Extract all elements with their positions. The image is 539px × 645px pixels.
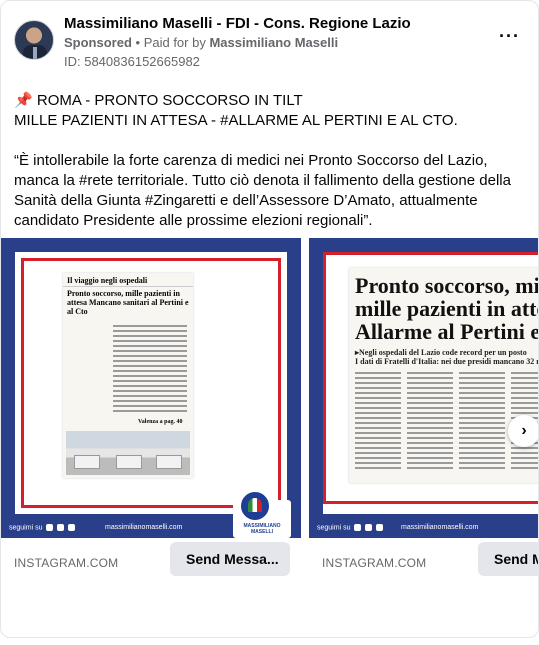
facebook-icon xyxy=(354,524,362,531)
clip-body-text xyxy=(113,325,187,415)
newspaper-headline: Pronto soccorso, mille pazienti in tilt … xyxy=(355,273,539,344)
ad-post-card: Massimiliano Maselli - FDI - Cons. Regio… xyxy=(0,0,539,638)
headline-line-3: Allarme al Pertini e al Cto xyxy=(355,319,538,344)
pushpin-icon: 📌 xyxy=(14,92,33,109)
source-domain-1: INSTAGRAM.COM xyxy=(14,556,119,570)
send-message-button-1[interactable]: Send Messa... xyxy=(170,542,290,576)
social-text-2: seguimi su xyxy=(317,524,351,532)
paid-for-prefix: • Paid for by xyxy=(135,35,206,50)
page-name-link[interactable]: Massimiliano Maselli - FDI - Cons. Regio… xyxy=(64,15,411,32)
tiktok-icon xyxy=(68,524,76,531)
newspaper-clipping: Il viaggio negli ospedali Pronto soccors… xyxy=(63,273,193,478)
subhead-line-2: I dati di Fratelli d'Italia: nei due pre… xyxy=(355,357,539,366)
newspaper-page: Pronto soccorso, mille pazienti in tilt … xyxy=(349,268,539,483)
social-text: seguimi su xyxy=(9,524,43,532)
sponsored-row: Sponsored • Paid for by Massimiliano Mas… xyxy=(64,35,338,50)
avatar-tie xyxy=(33,47,37,59)
instagram-icon xyxy=(365,524,373,531)
headline-line-2: mille pazienti in attesa xyxy=(355,296,538,321)
avatar[interactable] xyxy=(14,20,54,60)
carousel-card-1[interactable]: Il viaggio negli ospedali Pronto soccors… xyxy=(1,238,301,538)
post-line-1-text: ROMA - PRONTO SOCCORSO IN TILT xyxy=(36,92,303,109)
clip-title: Il viaggio negli ospedali xyxy=(63,273,193,287)
ad-id: ID: 5840836152665982 xyxy=(64,54,200,69)
carousel[interactable]: Il viaggio negli ospedali Pronto soccors… xyxy=(1,238,539,583)
clip-headline: Pronto soccorso, mille pazienti in attes… xyxy=(67,289,189,316)
post-paragraph: “È intollerabile la forte carenza di med… xyxy=(14,152,511,229)
headline-line-1: Pronto soccorso, mille pazienti in tilt xyxy=(355,273,539,298)
social-links: seguimi su xyxy=(9,524,76,532)
source-domain-2: INSTAGRAM.COM xyxy=(322,556,427,570)
tiktok-icon xyxy=(376,524,384,531)
payer-name[interactable]: Massimiliano Maselli xyxy=(209,35,338,50)
tricolor-flame-icon xyxy=(248,498,262,512)
chevron-right-icon[interactable]: › xyxy=(508,415,538,447)
newspaper-subhead: ▸Negli ospedali del Lazio code record pe… xyxy=(355,348,539,366)
ambulance-photo xyxy=(66,431,190,475)
post-line-2: MILLE PAZIENTI IN ATTESA - #ALLARME AL P… xyxy=(14,112,458,129)
more-dots-icon[interactable]: ··· xyxy=(499,27,520,45)
clip-page-ref: Valenza a pag. 40 xyxy=(138,419,183,425)
ambulance-3 xyxy=(156,455,182,469)
send-message-button-2[interactable]: Send M xyxy=(478,542,538,576)
site-url-2: massimilianomaselli.com xyxy=(401,524,479,531)
ambulance-2 xyxy=(116,455,142,469)
carousel-card-2[interactable]: Pronto soccorso, mille pazienti in tilt … xyxy=(309,238,539,538)
logo-name: MASSIMILIANO MASELLI xyxy=(243,523,281,535)
sponsored-label: Sponsored xyxy=(64,35,132,50)
site-url: massimilianomaselli.com xyxy=(105,524,183,531)
social-links-2: seguimi su xyxy=(317,524,384,532)
post-text: 📌 ROMA - PRONTO SOCCORSO IN TILT MILLE P… xyxy=(14,91,529,251)
facebook-icon xyxy=(46,524,54,531)
instagram-icon xyxy=(57,524,65,531)
post-line-1: 📌 ROMA - PRONTO SOCCORSO IN TILT xyxy=(14,91,529,111)
ambulance-1 xyxy=(74,455,100,469)
subhead-line-1: ▸Negli ospedali del Lazio code record pe… xyxy=(355,348,527,357)
